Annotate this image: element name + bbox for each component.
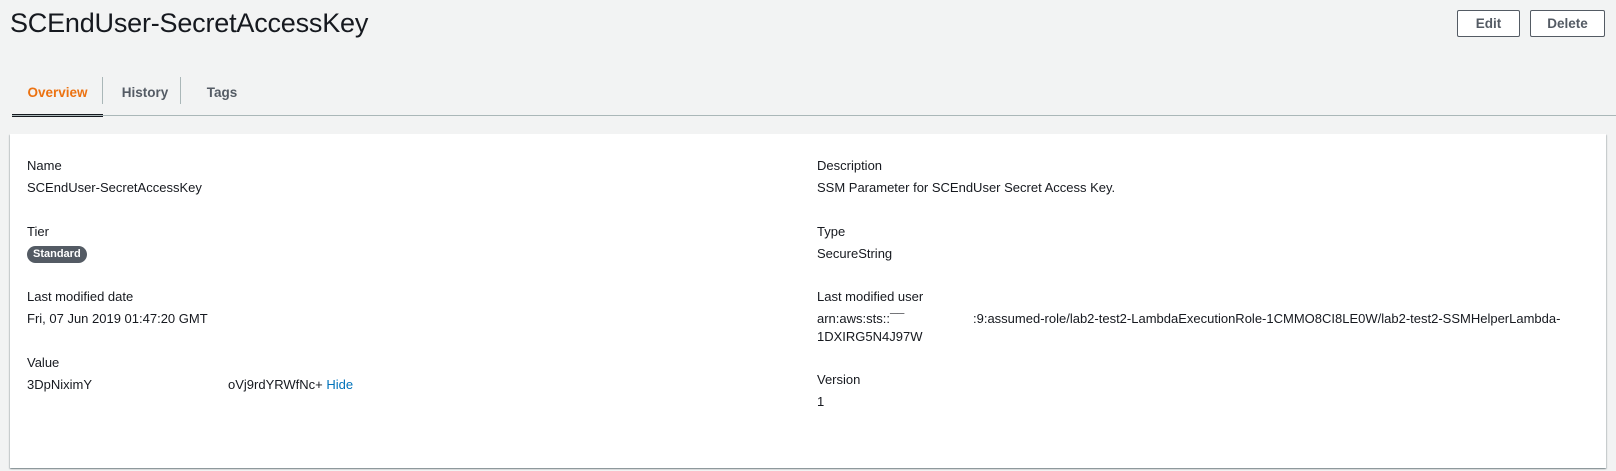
- name-value: SCEndUser-SecretAccessKey: [27, 180, 202, 195]
- last-modified-date-field: Last modified date Fri, 07 Jun 2019 01:4…: [27, 289, 208, 327]
- description-label: Description: [817, 158, 883, 173]
- tab-divider: [180, 77, 181, 104]
- value-label: Value: [27, 355, 60, 370]
- name-field: Name SCEndUser-SecretAccessKey: [27, 158, 202, 196]
- last-modified-date-label: Last modified date: [27, 289, 134, 304]
- tab-history[interactable]: History: [104, 68, 186, 116]
- parameter-detail-page: SCEndUser-SecretAccessKey Edit Delete Ov…: [0, 0, 1616, 471]
- secret-value-start: 3DpNiximY: [27, 377, 93, 392]
- user-arn-start: arn:aws:sts::¯¯: [817, 311, 905, 326]
- tab-divider: [102, 77, 103, 104]
- version-value: 1: [817, 394, 825, 409]
- type-value: SecureString: [817, 246, 893, 261]
- last-modified-date-value: Fri, 07 Jun 2019 01:47:20 GMT: [27, 311, 208, 326]
- user-arn-end: :9:assumed-role/lab2-test2-LambdaExecuti…: [973, 311, 1561, 326]
- description-field: Description SSM Parameter for SCEndUser …: [817, 158, 1115, 196]
- name-label: Name: [27, 158, 62, 173]
- page-title: SCEndUser-SecretAccessKey: [10, 8, 369, 38]
- tier-field: Tier Standard: [27, 224, 87, 263]
- value-content: 3DpNiximY oVj9rdYRWfNc+ Hide: [27, 377, 627, 393]
- overview-panel: Name SCEndUser-SecretAccessKey Tier Stan…: [10, 134, 1606, 468]
- secret-value-tail: oVj9rdYRWfNc+: [228, 377, 323, 392]
- version-label: Version: [817, 372, 861, 387]
- last-modified-user-line2: 1DXIRG5N4J97W: [817, 329, 923, 344]
- tab-tags[interactable]: Tags: [187, 68, 257, 116]
- hide-value-link[interactable]: Hide: [326, 377, 353, 392]
- edit-button[interactable]: Edit: [1457, 10, 1520, 37]
- last-modified-user-field: Last modified user arn:aws:sts::¯¯ :9:as…: [817, 289, 1577, 345]
- tab-bar-underline: [12, 115, 1616, 116]
- value-field: Value 3DpNiximY oVj9rdYRWfNc+ Hide: [27, 355, 627, 393]
- description-value: SSM Parameter for SCEndUser Secret Acces…: [817, 180, 1116, 195]
- type-field: Type SecureString: [817, 224, 892, 262]
- last-modified-user-line1: arn:aws:sts::¯¯ :9:assumed-role/lab2-tes…: [817, 311, 1577, 327]
- tab-bar: Overview History Tags: [12, 68, 1616, 117]
- secret-value-end: oVj9rdYRWfNc+ Hide: [228, 377, 353, 393]
- version-field: Version 1: [817, 372, 860, 410]
- tier-badge: Standard: [27, 246, 87, 263]
- tab-overview[interactable]: Overview: [12, 68, 103, 117]
- tier-label: Tier: [27, 224, 49, 239]
- type-label: Type: [817, 224, 846, 239]
- last-modified-user-label: Last modified user: [817, 289, 924, 304]
- delete-button[interactable]: Delete: [1530, 10, 1605, 37]
